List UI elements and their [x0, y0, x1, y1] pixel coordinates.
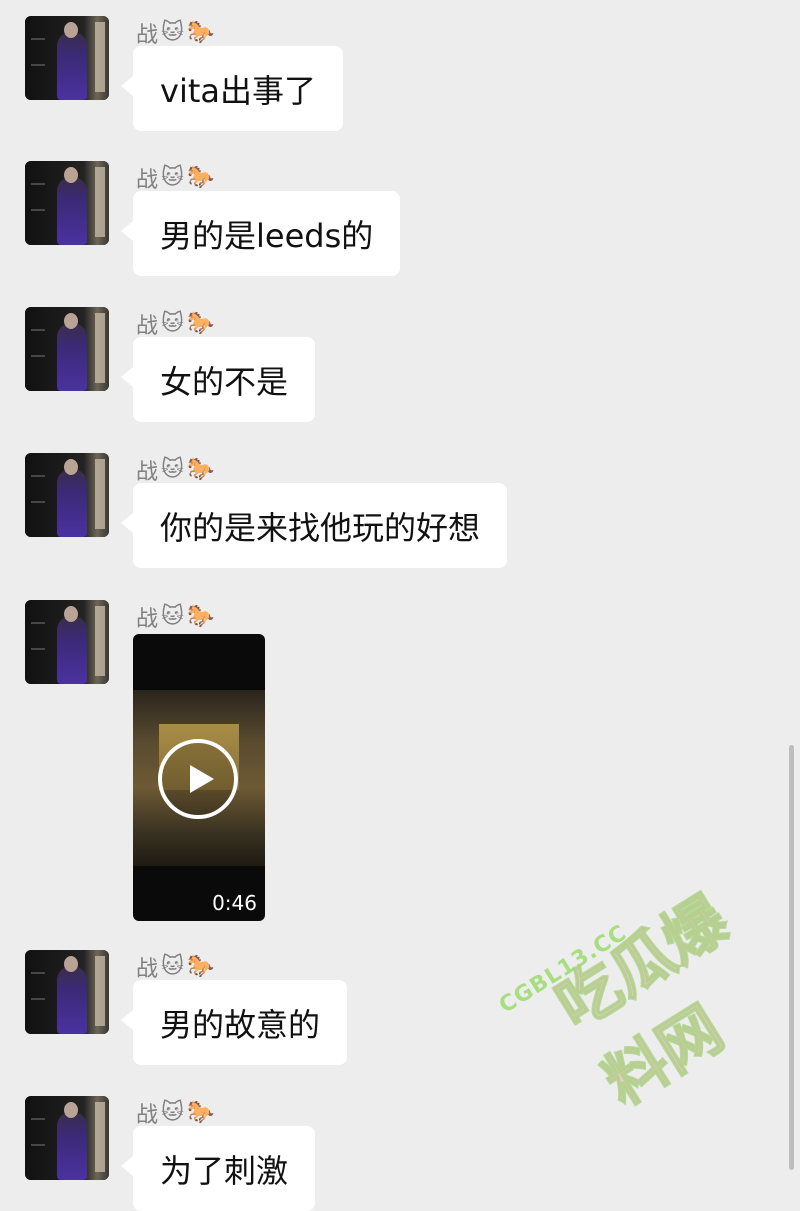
message-bubble[interactable]: vita出事了	[121, 46, 343, 131]
watermark: CGBL13.CC 吃瓜爆料网	[444, 797, 776, 1120]
sender-name: 战 🐱 🐎	[136, 163, 215, 194]
message-bubble[interactable]: 男的故意的	[120, 980, 348, 1065]
sender-name: 战 🐱 🐎	[136, 18, 215, 49]
avatar[interactable]	[25, 16, 109, 100]
play-icon[interactable]	[158, 739, 238, 819]
cat-emoji: 🐱	[161, 20, 184, 45]
sender-name-text: 战	[136, 607, 159, 632]
avatar[interactable]	[25, 161, 109, 245]
message-bubble[interactable]: 女的不是	[120, 337, 316, 422]
video-message[interactable]: 0:46	[133, 634, 265, 921]
message-bubble[interactable]: 为了刺激	[120, 1126, 316, 1211]
horse-emoji: 🐎	[186, 20, 215, 45]
watermark-brand: 吃瓜爆料网	[543, 881, 741, 1120]
sender-name: 战 🐱 🐎	[136, 309, 215, 340]
avatar[interactable]	[25, 307, 109, 391]
sender-name-text: 战	[136, 460, 159, 485]
sender-name: 战 🐱 🐎	[136, 952, 215, 983]
avatar[interactable]	[25, 600, 109, 684]
scrollbar[interactable]	[789, 745, 794, 1170]
horse-emoji: 🐎	[186, 604, 215, 629]
horse-emoji: 🐎	[186, 165, 215, 190]
video-duration: 0:46	[212, 891, 257, 915]
cat-emoji: 🐱	[161, 1100, 184, 1125]
sender-name-text: 战	[136, 314, 159, 339]
avatar[interactable]	[25, 950, 109, 1034]
cat-emoji: 🐱	[161, 604, 184, 629]
sender-name-text: 战	[136, 168, 159, 193]
avatar[interactable]	[25, 453, 109, 537]
cat-emoji: 🐱	[161, 457, 184, 482]
horse-emoji: 🐎	[186, 1100, 215, 1125]
horse-emoji: 🐎	[186, 311, 215, 336]
message-bubble[interactable]: 你的是来找他玩的好想	[120, 483, 508, 568]
sender-name: 战 🐱 🐎	[136, 1098, 215, 1129]
cat-emoji: 🐱	[161, 165, 184, 190]
horse-emoji: 🐎	[186, 954, 215, 979]
sender-name-text: 战	[136, 957, 159, 982]
horse-emoji: 🐎	[186, 457, 215, 482]
sender-name-text: 战	[136, 1103, 159, 1128]
avatar[interactable]	[25, 1096, 109, 1180]
sender-name-text: 战	[136, 23, 159, 48]
sender-name: 战 🐱 🐎	[136, 602, 215, 633]
cat-emoji: 🐱	[161, 954, 184, 979]
cat-emoji: 🐱	[161, 311, 184, 336]
message-bubble[interactable]: 男的是leeds的	[120, 191, 401, 276]
sender-name: 战 🐱 🐎	[136, 455, 215, 486]
